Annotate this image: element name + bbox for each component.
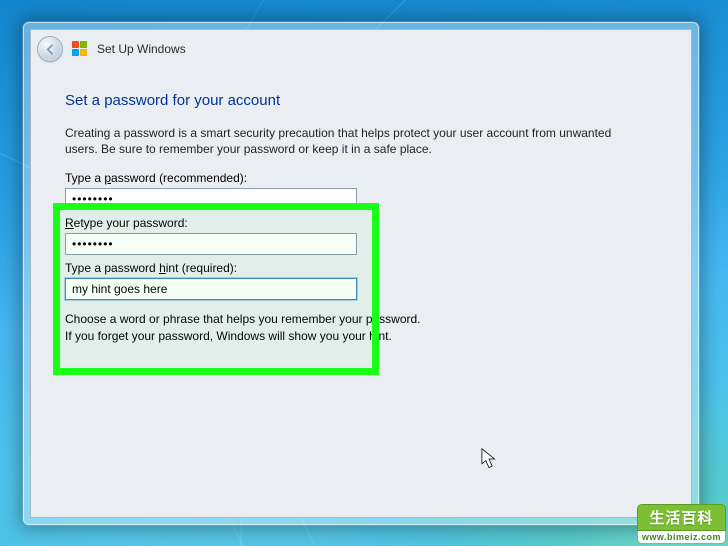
hint-help-text: Choose a word or phrase that helps you r… [65, 311, 657, 343]
retype-password-label: Retype your password: [65, 216, 365, 230]
window-header: Set Up Windows [31, 30, 691, 64]
back-button[interactable] [37, 36, 63, 62]
watermark-url: www.bimeiz.com [637, 531, 726, 544]
password-input[interactable] [65, 188, 357, 210]
content-area: Set a password for your account Creating… [31, 64, 691, 344]
window-inner: Set Up Windows Set a password for your a… [30, 29, 692, 518]
setup-window: Set Up Windows Set a password for your a… [22, 21, 700, 526]
page-description: Creating a password is a smart security … [65, 125, 625, 157]
desktop-wallpaper: Set Up Windows Set a password for your a… [0, 0, 728, 546]
window-title: Set Up Windows [97, 42, 186, 56]
password-hint-input[interactable] [65, 278, 357, 300]
password-label: Type a password (recommended): [65, 171, 365, 185]
page-heading: Set a password for your account [65, 92, 657, 109]
password-hint-label: Type a password hint (required): [65, 261, 365, 275]
retype-password-input[interactable] [65, 233, 357, 255]
windows-flag-icon [71, 40, 89, 58]
password-form: Type a password (recommended): Retype yo… [65, 171, 365, 300]
arrow-left-icon [44, 43, 57, 56]
